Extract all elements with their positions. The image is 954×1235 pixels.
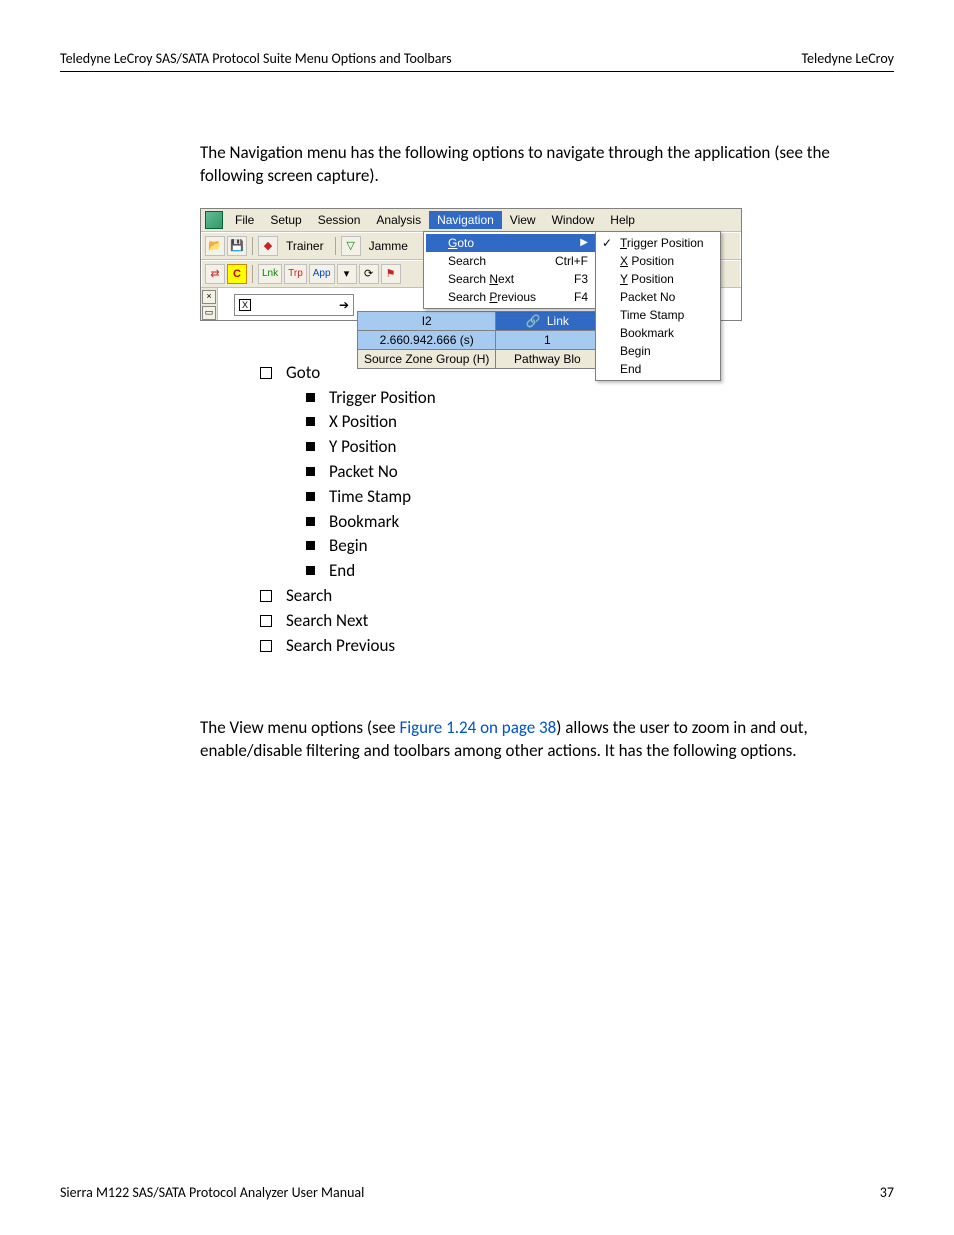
options-list: Goto Trigger Position X Position Y Posit… bbox=[260, 361, 894, 658]
bullet-fill-icon bbox=[306, 541, 315, 550]
goto-packet-no[interactable]: Packet No bbox=[598, 288, 770, 306]
li-time-stamp: Time Stamp bbox=[329, 485, 411, 509]
flag-icon[interactable]: ⚑ bbox=[381, 264, 401, 284]
bullet-fill-icon bbox=[306, 492, 315, 501]
arrow-right-icon: ➔ bbox=[339, 298, 349, 312]
diamond-icon[interactable]: ◆ bbox=[258, 236, 278, 256]
screenshot: File Setup Session Analysis Navigation V… bbox=[200, 208, 742, 321]
lnk-button[interactable]: Lnk bbox=[258, 264, 282, 284]
page-header: Teledyne LeCroy SAS/SATA Protocol Suite … bbox=[60, 50, 894, 72]
menu-window[interactable]: Window bbox=[544, 211, 603, 229]
cursor-box[interactable]: X ➔ bbox=[234, 294, 354, 316]
check-icon: ✓ bbox=[602, 236, 612, 250]
app-button[interactable]: App bbox=[309, 264, 335, 284]
nav-goto[interactable]: Goto▶ bbox=[426, 234, 598, 252]
goto-begin[interactable]: Begin bbox=[598, 342, 770, 360]
trainer-label[interactable]: Trainer bbox=[280, 239, 330, 253]
view-paragraph: The View menu options (see Figure 1.24 o… bbox=[200, 717, 894, 763]
expand-pane-icon[interactable]: ▭ bbox=[202, 306, 216, 320]
dropdown-arrow-icon[interactable]: ▾ bbox=[337, 264, 357, 284]
li-trigger-position: Trigger Position bbox=[329, 386, 436, 410]
bullet-fill-icon bbox=[306, 393, 315, 402]
menu-help[interactable]: Help bbox=[602, 211, 643, 229]
goto-trigger-position[interactable]: ✓ Trigger Position bbox=[598, 234, 770, 252]
goto-time-stamp[interactable]: Time Stamp bbox=[598, 306, 770, 324]
trp-button[interactable]: Trp bbox=[284, 264, 307, 284]
cell-one[interactable]: 1 bbox=[496, 330, 599, 349]
bullet-fill-icon bbox=[306, 517, 315, 526]
footer-left: Sierra M122 SAS/SATA Protocol Analyzer U… bbox=[60, 1184, 364, 1201]
menu-analysis[interactable]: Analysis bbox=[368, 211, 429, 229]
li-goto: Goto bbox=[286, 361, 320, 385]
menu-navigation[interactable]: Navigation bbox=[429, 211, 502, 229]
li-y-position: Y Position bbox=[329, 435, 396, 459]
cell-time[interactable]: 2.660.942.666 (s) bbox=[358, 330, 496, 349]
nav-search-next[interactable]: Search NextF3 bbox=[426, 270, 598, 288]
menubar: File Setup Session Analysis Navigation V… bbox=[201, 209, 741, 232]
cell-src[interactable]: Source Zone Group (H) bbox=[358, 349, 496, 368]
cell-link[interactable]: 🔗Link bbox=[496, 311, 599, 330]
goto-bookmark[interactable]: Bookmark bbox=[598, 324, 770, 342]
menu-session[interactable]: Session bbox=[310, 211, 369, 229]
page-number: 37 bbox=[880, 1184, 894, 1201]
navigation-dropdown: Goto▶ SearchCtrl+F Search NextF3 Search … bbox=[423, 231, 599, 309]
port-icon[interactable]: ⇄ bbox=[205, 264, 225, 284]
app-icon bbox=[205, 211, 223, 229]
page-footer: Sierra M122 SAS/SATA Protocol Analyzer U… bbox=[60, 1184, 894, 1201]
menu-view[interactable]: View bbox=[502, 211, 544, 229]
bullet-fill-icon bbox=[306, 442, 315, 451]
bullet-open-icon bbox=[260, 640, 272, 652]
li-end: End bbox=[329, 559, 355, 583]
bullet-open-icon bbox=[260, 590, 272, 602]
cell-i2[interactable]: I2 bbox=[358, 311, 496, 330]
li-packet-no: Packet No bbox=[329, 460, 398, 484]
figure-link[interactable]: Figure 1.24 on page 38 bbox=[399, 717, 556, 738]
li-search-next: Search Next bbox=[286, 609, 368, 633]
intro-paragraph: The Navigation menu has the following op… bbox=[200, 142, 894, 188]
li-search: Search bbox=[286, 584, 332, 608]
trace-grid: I2 🔗Link 2.660.942.666 (s) 1 Source Zone… bbox=[357, 311, 599, 369]
goto-submenu: ✓ Trigger Position X Position Y Position… bbox=[595, 231, 721, 381]
goto-x-position[interactable]: X Position bbox=[598, 252, 770, 270]
cell-path[interactable]: Pathway Blo bbox=[496, 349, 599, 368]
close-pane-icon[interactable]: × bbox=[202, 290, 216, 304]
link-icon: 🔗 bbox=[526, 314, 541, 328]
x-cursor-icon: X bbox=[239, 299, 251, 311]
jammer-label[interactable]: Jamme bbox=[363, 239, 414, 253]
bullet-fill-icon bbox=[306, 566, 315, 575]
bullet-open-icon bbox=[260, 367, 272, 379]
save-icon[interactable]: 💾 bbox=[227, 236, 247, 256]
submenu-arrow-icon: ▶ bbox=[580, 237, 588, 248]
bullet-open-icon bbox=[260, 615, 272, 627]
open-icon[interactable]: 📂 bbox=[205, 236, 225, 256]
goto-end[interactable]: End bbox=[598, 360, 770, 378]
menu-setup[interactable]: Setup bbox=[262, 211, 309, 229]
li-x-position: X Position bbox=[329, 410, 397, 434]
nav-search[interactable]: SearchCtrl+F bbox=[426, 252, 598, 270]
shield-icon[interactable]: ▽ bbox=[341, 236, 361, 256]
header-right: Teledyne LeCroy bbox=[801, 50, 894, 67]
li-begin: Begin bbox=[329, 534, 368, 558]
menu-file[interactable]: File bbox=[227, 211, 262, 229]
nav-search-previous[interactable]: Search PreviousF4 bbox=[426, 288, 598, 306]
refresh-icon[interactable]: ⟳ bbox=[359, 264, 379, 284]
goto-y-position[interactable]: Y Position bbox=[598, 270, 770, 288]
header-left: Teledyne LeCroy SAS/SATA Protocol Suite … bbox=[60, 50, 452, 67]
c-icon[interactable]: C bbox=[227, 264, 247, 284]
li-bookmark: Bookmark bbox=[329, 510, 399, 534]
bullet-fill-icon bbox=[306, 417, 315, 426]
bullet-fill-icon bbox=[306, 467, 315, 476]
li-search-previous: Search Previous bbox=[286, 634, 395, 658]
